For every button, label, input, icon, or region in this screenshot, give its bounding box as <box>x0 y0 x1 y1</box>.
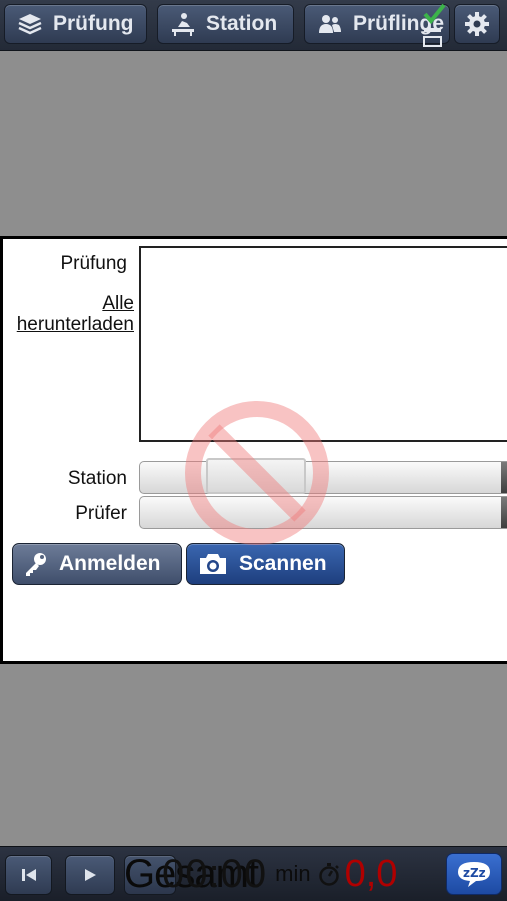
station-tab-label: Station <box>206 12 278 35</box>
people-icon <box>317 11 343 37</box>
skip-back-icon <box>20 867 38 883</box>
sleep-button[interactable]: zZz <box>446 853 502 895</box>
examiner-label: Prüfer <box>75 503 127 524</box>
score-value: 0,0 <box>344 852 398 895</box>
download-all-link[interactable]: Alle herunterladen <box>13 293 134 335</box>
exam-tab-button[interactable]: Prüfung <box>4 4 147 44</box>
exam-tab-label: Prüfung <box>53 12 134 35</box>
skip-back-button[interactable] <box>5 855 52 895</box>
sleep-zzz-icon: zZz <box>454 858 494 890</box>
time-unit: min <box>275 861 311 886</box>
play-icon <box>82 867 98 883</box>
no-entry-icon <box>181 397 333 549</box>
stopwatch-icon <box>317 861 341 887</box>
settings-button[interactable] <box>454 4 500 44</box>
gear-icon <box>464 11 490 37</box>
login-button-label: Anmelden <box>59 552 161 575</box>
time-value: 00:00 <box>162 851 268 896</box>
station-tab-button[interactable]: Station <box>157 4 294 44</box>
scan-button[interactable]: Scannen <box>186 543 345 585</box>
timer-status: Gesamt 00:00 min 0,0 <box>124 847 397 901</box>
top-toolbar: Prüfung Station Prüflinge <box>0 0 507 51</box>
station-icon <box>170 11 196 37</box>
exam-label: Prüfung <box>60 253 127 274</box>
key-icon <box>23 551 49 577</box>
station-label: Station <box>67 468 127 489</box>
login-dialog: Prüfung Alle herunterladen Station Prüfe… <box>0 236 507 664</box>
bottom-toolbar: Gesamt 00:00 min 0,0 zZz <box>0 846 507 901</box>
play-button[interactable] <box>65 855 115 895</box>
checkmark-icon <box>418 2 448 48</box>
login-button[interactable]: Anmelden <box>12 543 182 585</box>
svg-text:zZz: zZz <box>463 866 486 880</box>
layers-icon <box>17 11 43 37</box>
camera-icon <box>197 551 229 577</box>
scan-button-label: Scannen <box>239 552 327 575</box>
